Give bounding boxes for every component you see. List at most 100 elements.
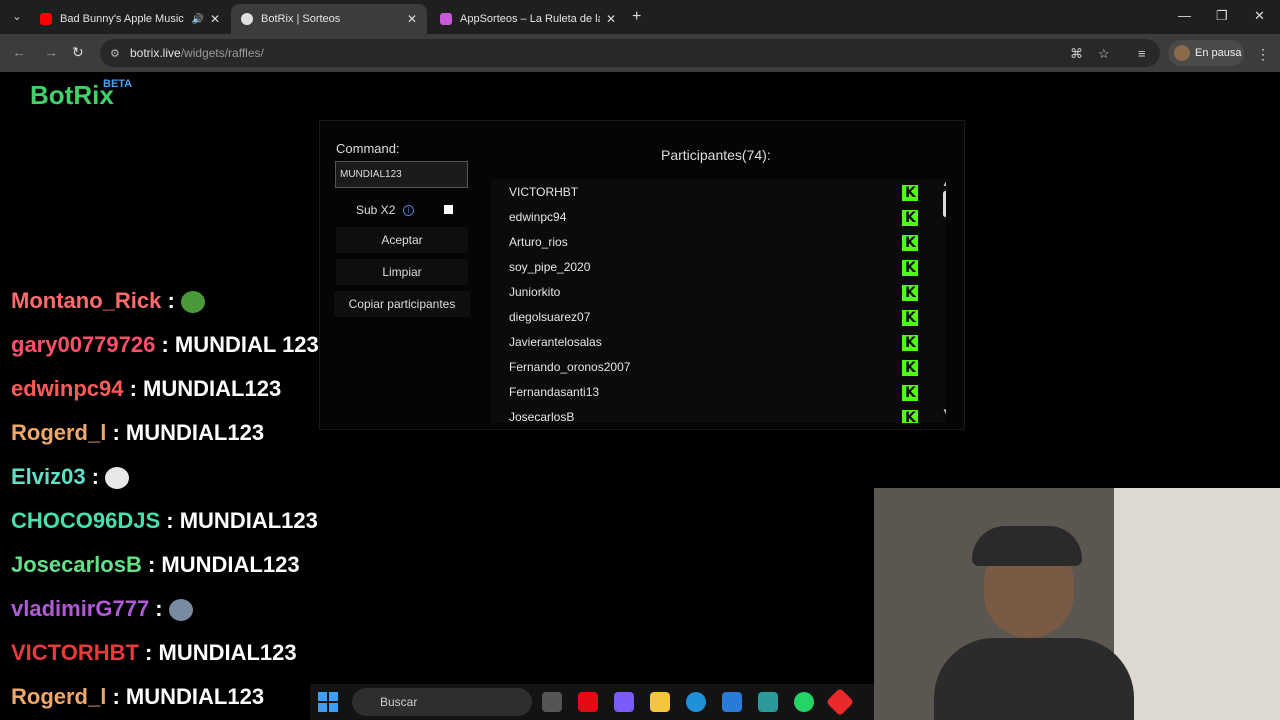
kick-icon	[902, 360, 918, 376]
site-info-icon[interactable]: ⚙	[110, 47, 120, 60]
kick-icon	[902, 185, 918, 201]
copy-participants-button[interactable]: Copiar participantes	[334, 291, 470, 317]
kick-icon	[902, 260, 918, 276]
window-close-icon[interactable]: ✕	[1254, 8, 1265, 24]
chat-message: vladimirG777 :	[11, 596, 193, 622]
raffle-panel: Command: Sub X2 i Aceptar Limpiar Copiar…	[319, 120, 965, 430]
chat-message: JosecarlosB : MUNDIAL123	[11, 552, 300, 577]
kick-icon	[902, 235, 918, 251]
participant-name: VICTORHBT	[509, 185, 579, 199]
participant-name: Juniorkito	[509, 285, 561, 299]
media-control-icon[interactable]: ≡	[1138, 46, 1146, 61]
bird-emote	[168, 599, 193, 622]
chat-message: edwinpc94 : MUNDIAL123	[11, 376, 282, 401]
taskbar-search[interactable]: Buscar	[352, 688, 532, 716]
tab-title: BotRix | Sorteos	[261, 13, 341, 25]
url-field[interactable]: botrix.live/widgets/raffles/	[100, 39, 1160, 67]
netflix-icon[interactable]	[578, 692, 598, 712]
tab-bar: ⌄ Bad Bunny's Apple Music S 🔊 ✕ BotRix |…	[0, 0, 1280, 34]
chat-username: gary00779726	[11, 332, 156, 357]
kick-icon	[902, 410, 918, 423]
scrollbar-thumb[interactable]	[943, 191, 946, 217]
chat-username: vladimirG777	[11, 596, 150, 621]
task-view-icon[interactable]	[542, 692, 562, 712]
page-content: BotRix BETA Montano_Rick : gary00779726 …	[0, 72, 1280, 720]
chat-message: CHOCO96DJS : MUNDIAL123	[11, 508, 318, 533]
chat-text: MUNDIAL123	[143, 376, 282, 401]
speaker-icon[interactable]: 🔊	[191, 14, 203, 25]
chat-message: VICTORHBT : MUNDIAL123	[11, 640, 297, 665]
tab-title: Bad Bunny's Apple Music S	[60, 13, 186, 25]
profile-button[interactable]: En pausa	[1168, 40, 1244, 66]
kick-icon	[902, 385, 918, 401]
profile-label: En pausa	[1195, 47, 1242, 59]
chat-username: CHOCO96DJS	[11, 508, 161, 533]
reload-icon[interactable]: ↻	[72, 44, 84, 61]
close-icon[interactable]: ✕	[210, 12, 220, 26]
tab-search-icon[interactable]: ⌄	[8, 8, 26, 26]
chat-username: Rogerd_l	[11, 684, 107, 709]
chat-message: Rogerd_l : MUNDIAL123	[11, 420, 265, 445]
chat-username: Elviz03	[11, 464, 86, 489]
command-label: Command:	[336, 141, 400, 156]
botrix-icon	[241, 13, 253, 25]
app-icon[interactable]	[758, 692, 778, 712]
url-host: botrix.live	[130, 46, 181, 60]
participant-name: JosecarlosB	[509, 410, 575, 423]
chat-username: edwinpc94	[11, 376, 124, 401]
info-icon[interactable]: i	[403, 205, 414, 216]
url-path: /widgets/raffles/	[180, 46, 264, 60]
file-explorer-icon[interactable]	[650, 692, 670, 712]
participant-name: Fernandasanti13	[509, 385, 600, 399]
chat-username: VICTORHBT	[11, 640, 139, 665]
address-bar-row: ← → ↻ botrix.live/widgets/raffles/ ⚙ ⌘ ☆…	[0, 34, 1280, 72]
participant-name: Javierantelosalas	[509, 335, 602, 349]
youtube-icon	[40, 13, 52, 25]
translate-icon[interactable]: ⌘	[1070, 46, 1083, 62]
back-icon[interactable]: ←	[12, 44, 26, 60]
tab-appsorteos[interactable]: AppSorteos – La Ruleta de la S ✕	[430, 4, 626, 34]
chat-username: JosecarlosB	[11, 552, 142, 577]
chat-text: MUNDIAL123	[179, 508, 318, 533]
participant-name: diegolsuarez07	[509, 310, 591, 324]
close-icon[interactable]: ✕	[407, 12, 417, 26]
tab-youtube[interactable]: Bad Bunny's Apple Music S 🔊 ✕	[30, 4, 230, 34]
command-input[interactable]	[335, 161, 468, 188]
chat-text: MUNDIAL123	[158, 640, 297, 665]
close-icon[interactable]: ✕	[606, 12, 616, 26]
scroll-up-icon[interactable]: ▲	[942, 179, 946, 188]
accept-button[interactable]: Aceptar	[336, 227, 468, 253]
forward-icon[interactable]: →	[44, 44, 58, 60]
chat-text: MUNDIAL 123	[174, 332, 319, 357]
sub-x2-checkbox[interactable]	[444, 205, 453, 214]
minimize-icon[interactable]: —	[1178, 8, 1191, 23]
store-icon[interactable]	[722, 692, 742, 712]
bookmark-star-icon[interactable]: ☆	[1098, 46, 1110, 62]
taskbar: ⌕ Buscar	[310, 684, 874, 720]
chat-message: Elviz03 :	[11, 464, 130, 490]
kick-icon	[902, 335, 918, 351]
whatsapp-icon[interactable]	[794, 692, 814, 712]
chat-message: Rogerd_l : MUNDIAL123	[11, 684, 265, 709]
windows-start-icon[interactable]	[318, 692, 338, 712]
chat-text: MUNDIAL123	[161, 552, 300, 577]
menu-icon[interactable]: ⋮	[1256, 46, 1270, 63]
chat-message: gary00779726 : MUNDIAL 123	[11, 332, 319, 357]
participants-list[interactable]: ▲ ▼ VICTORHBT edwinpc94 Arturo_rios soy_pip…	[491, 179, 946, 423]
kick-icon	[902, 210, 918, 226]
clear-button[interactable]: Limpiar	[336, 259, 468, 285]
copilot-icon[interactable]	[614, 692, 634, 712]
kick-icon	[902, 285, 918, 301]
chat-text: MUNDIAL123	[125, 420, 265, 445]
app-red-icon[interactable]	[825, 687, 855, 717]
new-tab-icon[interactable]: +	[632, 8, 641, 26]
beta-badge: BETA	[103, 78, 133, 90]
chat-message: Montano_Rick :	[11, 288, 205, 314]
avatar	[1174, 45, 1190, 61]
restore-icon[interactable]: ❐	[1216, 8, 1228, 24]
participant-name: Arturo_rios	[509, 235, 568, 249]
botrix-logo[interactable]: BotRix	[30, 80, 114, 111]
tab-botrix[interactable]: BotRix | Sorteos ✕	[231, 4, 427, 34]
scroll-down-icon[interactable]: ▼	[942, 407, 946, 416]
edge-icon[interactable]	[686, 692, 706, 712]
